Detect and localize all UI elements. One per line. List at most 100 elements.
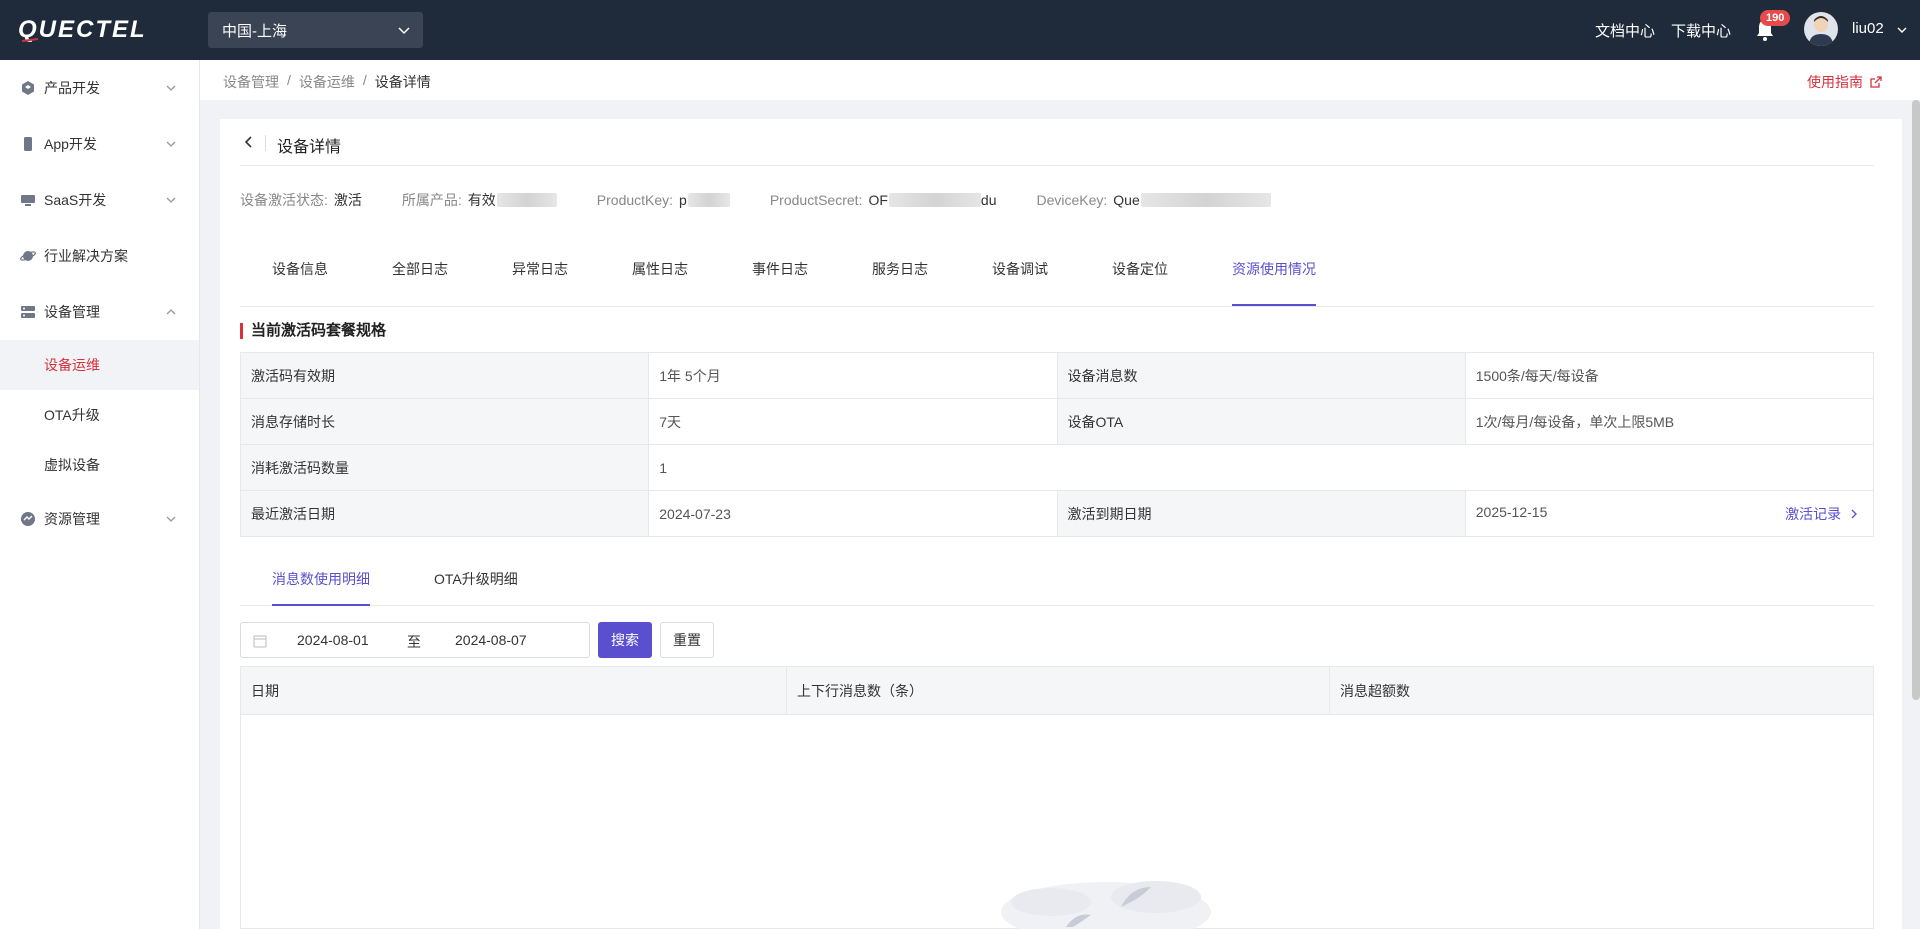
redacted-value (687, 193, 730, 207)
device-key-info: DeviceKey: Que (1036, 190, 1271, 210)
empty-state-illustration (1001, 881, 1211, 929)
activation-record-link[interactable]: 激活记录 (1785, 504, 1859, 524)
avatar[interactable] (1804, 12, 1838, 46)
sidebar-item-label: App开发 (44, 136, 97, 152)
sidebar-item-label: SaaS开发 (44, 192, 107, 208)
sidebar-sub-label: 设备运维 (44, 357, 100, 373)
server-icon (21, 306, 35, 318)
message-usage-table: 日期 上下行消息数（条） 消息超额数 (240, 666, 1874, 929)
table-row: 激活码有效期 1年 5个月 设备消息数 1500条/每天/每设备 (239, 352, 1875, 399)
activation-status: 设备激活状态: 激活 (240, 190, 362, 210)
tab-all-logs[interactable]: 全部日志 (392, 259, 448, 306)
info-value: OF (868, 192, 888, 208)
chevron-down-icon[interactable] (1896, 24, 1908, 36)
redacted-value (1140, 193, 1271, 207)
spec-value: 1次/每月/每设备，单次上限5MB (1464, 398, 1875, 445)
spec-label: 激活码有效期 (239, 352, 650, 399)
spec-label: 激活到期日期 (1056, 490, 1466, 537)
breadcrumb-separator: / (287, 72, 291, 88)
tab-device-debug[interactable]: 设备调试 (992, 259, 1048, 306)
sidebar-sub-label: OTA升级 (44, 407, 100, 423)
info-value: p (679, 192, 687, 208)
start-date-input[interactable]: 2024-08-01 (297, 632, 369, 648)
docs-center-link[interactable]: 文档中心 (1595, 20, 1655, 41)
section-title: 当前激活码套餐规格 (240, 323, 386, 339)
notification-badge: 190 (1760, 10, 1791, 26)
username[interactable]: liu02 (1852, 20, 1884, 37)
product-secret-info: ProductSecret: OF du (770, 190, 997, 210)
breadcrumb-device-ops[interactable]: 设备运维 (299, 72, 355, 92)
device-detail-panel: 设备详情 设备激活状态: 激活 所属产品: 有效 ProductKey: p P… (220, 119, 1902, 929)
column-message-count: 上下行消息数（条） (786, 667, 1329, 715)
sidebar-sub-ota-upgrade[interactable]: OTA升级 (0, 390, 199, 440)
sidebar-item-saas-dev[interactable]: SaaS开发 (0, 172, 199, 228)
spec-value: 2025-12-15 (1475, 503, 1548, 520)
sidebar-item-label: 行业解决方案 (44, 248, 128, 264)
tab-event-logs[interactable]: 事件日志 (752, 259, 808, 306)
tab-error-logs[interactable]: 异常日志 (512, 259, 568, 306)
tab-ota-usage[interactable]: OTA升级明细 (434, 569, 518, 606)
tab-message-usage[interactable]: 消息数使用明细 (272, 569, 370, 606)
device-info-bar: 设备激活状态: 激活 所属产品: 有效 ProductKey: p Produc… (240, 190, 1311, 210)
sidebar-item-device-management[interactable]: 设备管理 (0, 284, 199, 340)
sidebar-item-product-dev[interactable]: 产品开发 (0, 60, 199, 116)
detail-tabs: 设备信息 全部日志 异常日志 属性日志 事件日志 服务日志 设备调试 设备定位 … (240, 259, 1874, 307)
sidebar-item-label: 设备管理 (44, 304, 100, 320)
divider (265, 135, 266, 151)
planet-icon (20, 251, 36, 261)
table-row: 消息存储时长 7天 设备OTA 1次/每月/每设备，单次上限5MB (239, 398, 1875, 445)
back-arrow-icon[interactable] (242, 135, 256, 149)
info-value: Que (1113, 192, 1140, 208)
chevron-down-icon (398, 27, 410, 35)
breadcrumb-bar: 设备管理 / 设备运维 / 设备详情 使用指南 (200, 60, 1920, 100)
spec-label: 设备OTA (1056, 398, 1466, 445)
sidebar-item-resource-management[interactable]: 资源管理 (0, 491, 199, 547)
reset-button[interactable]: 重置 (660, 622, 714, 658)
region-select[interactable]: 中国-上海 (208, 12, 423, 48)
sidebar-sub-label: 虚拟设备 (44, 457, 100, 473)
download-center-link[interactable]: 下载中心 (1671, 20, 1731, 41)
usage-guide-label: 使用指南 (1807, 74, 1863, 90)
spec-label: 最近激活日期 (239, 490, 650, 537)
spec-value: 1500条/每天/每设备 (1464, 352, 1875, 399)
resource-icon (21, 512, 35, 526)
sidebar-item-app-dev[interactable]: App开发 (0, 116, 199, 172)
usage-guide-link[interactable]: 使用指南 (1807, 72, 1882, 92)
info-label: 所属产品: (401, 192, 462, 208)
user-avatar-icon (1809, 16, 1833, 46)
range-separator: 至 (407, 634, 421, 650)
sidebar-sub-device-ops[interactable]: 设备运维 (0, 340, 199, 390)
quectel-logo[interactable]: QUECTEL (18, 14, 188, 44)
sidebar-sub-virtual-device[interactable]: 虚拟设备 (0, 440, 199, 490)
region-label: 中国-上海 (222, 22, 287, 40)
spec-label: 设备消息数 (1056, 352, 1466, 399)
chevron-down-icon (166, 85, 176, 91)
page-scrollbar[interactable] (1912, 100, 1920, 700)
tab-resource-usage[interactable]: 资源使用情况 (1232, 259, 1316, 306)
tab-service-logs[interactable]: 服务日志 (872, 259, 928, 306)
tab-device-info[interactable]: 设备信息 (272, 259, 328, 306)
tab-device-location[interactable]: 设备定位 (1112, 259, 1168, 306)
info-label: DeviceKey: (1036, 192, 1108, 208)
spec-value: 2024-07-23 (648, 490, 1058, 537)
info-label: ProductSecret: (769, 192, 863, 208)
spec-label: 消息存储时长 (239, 398, 650, 445)
top-bar: QUECTEL 中国-上海 文档中心 下载中心 190 liu02 (0, 0, 1920, 60)
search-button[interactable]: 搜索 (598, 622, 652, 658)
external-link-icon (1870, 75, 1882, 88)
sidebar-item-industry-solutions[interactable]: 行业解决方案 (0, 228, 199, 284)
breadcrumb-device-management[interactable]: 设备管理 (223, 72, 279, 92)
table-row: 最近激活日期 2024-07-23 激活到期日期 2025-12-15 激活记录 (239, 490, 1875, 537)
info-value-suffix: du (980, 192, 997, 208)
tab-property-logs[interactable]: 属性日志 (632, 259, 688, 306)
breadcrumb: 设备管理 / 设备运维 / 设备详情 (223, 72, 431, 92)
redacted-value (888, 193, 981, 207)
date-range-picker[interactable]: 2024-08-01 至 2024-08-07 (240, 622, 590, 658)
column-overage: 消息超额数 (1329, 667, 1873, 715)
monitor-icon (21, 195, 35, 206)
spec-value: 1年 5个月 (648, 352, 1058, 399)
calendar-icon (253, 635, 267, 648)
chevron-up-icon (166, 309, 176, 315)
chevron-down-icon (166, 141, 176, 147)
end-date-input[interactable]: 2024-08-07 (455, 632, 527, 648)
